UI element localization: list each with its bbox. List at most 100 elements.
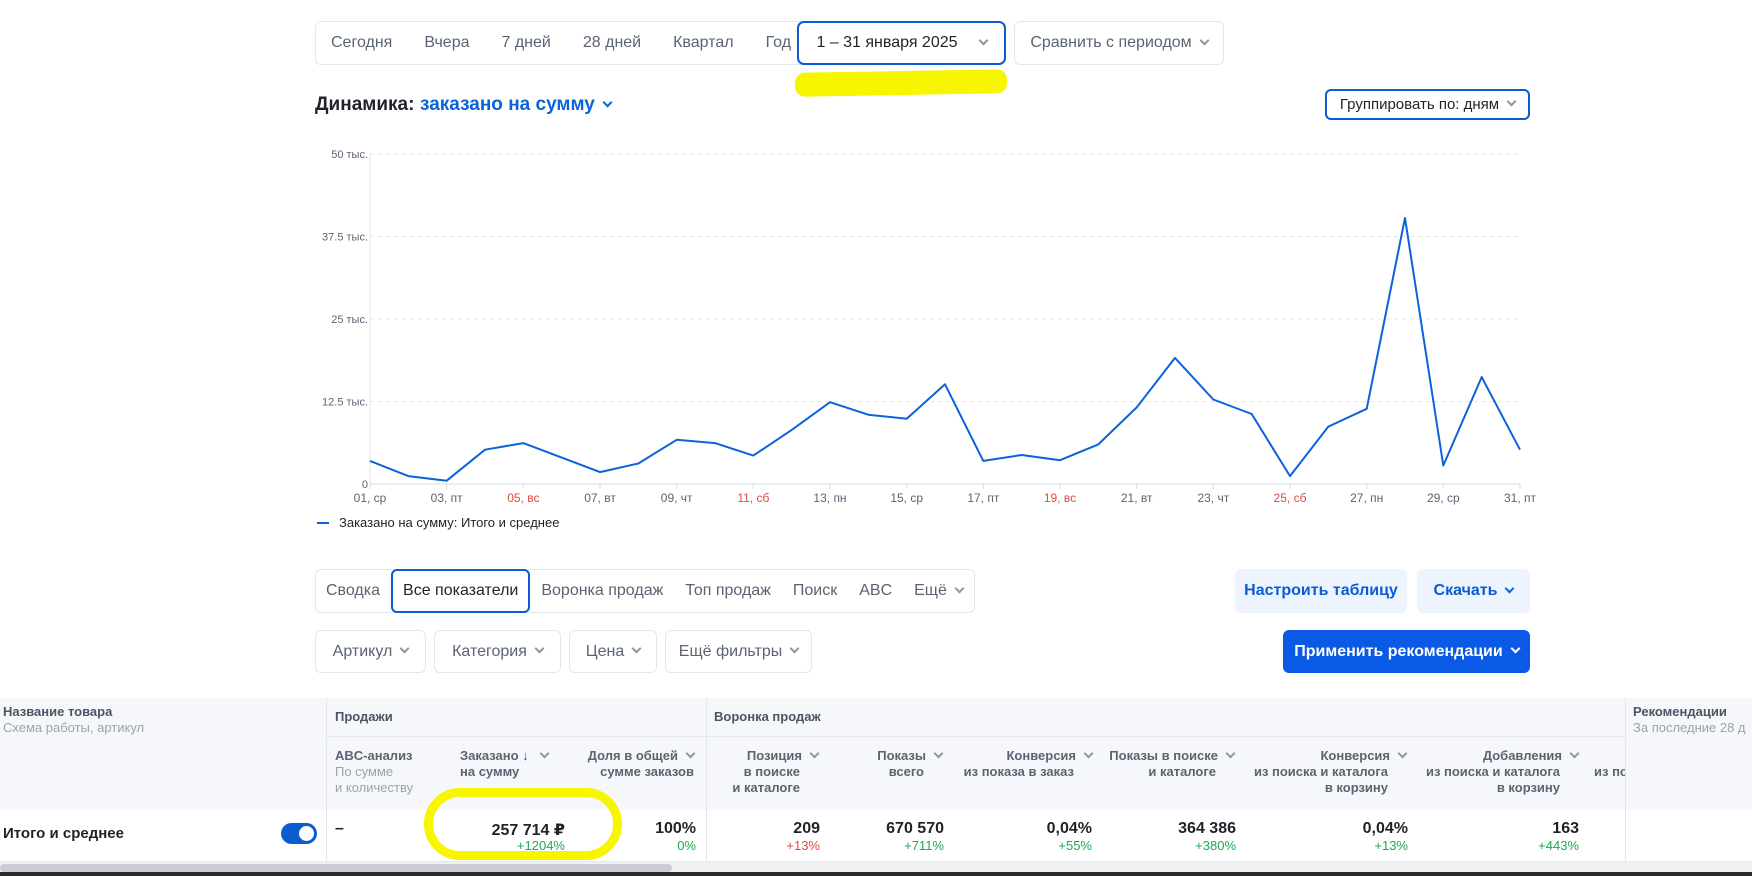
col-ordered-sum[interactable]: Заказано ↓ на сумму	[460, 748, 550, 780]
cell-cart-conversion: 0,04%	[1362, 820, 1408, 837]
col-conversion-title1: Конверсия	[1006, 748, 1076, 763]
dynamics-metric-select[interactable]: заказано на сумму	[420, 94, 613, 116]
total-row-label: Итого и среднее	[3, 825, 124, 842]
group-by-select[interactable]: Группировать по: дням	[1325, 89, 1530, 120]
recommendations-sub: За последние 28 д	[1633, 720, 1746, 735]
period-28-days[interactable]: 28 дней	[567, 22, 657, 64]
x-tick-label: 07, вт	[584, 491, 616, 505]
chevron-down-icon	[1510, 643, 1521, 654]
col-views-title1: Показы	[877, 748, 926, 763]
cell-conversion: 0,04%	[1046, 820, 1092, 837]
chevron-down-icon	[789, 643, 800, 654]
header-divider	[326, 736, 1625, 737]
col-cart-adds-title1: Добавления	[1482, 748, 1562, 763]
col-ordered-sum-title1: Заказано	[460, 748, 519, 763]
col-share[interactable]: Доля в общей сумме заказов	[587, 748, 696, 780]
cell-views-delta: +711%	[904, 838, 944, 853]
x-tick-label: 05, вс	[507, 491, 539, 505]
tab-abc[interactable]: ABC	[848, 570, 903, 612]
chevron-down-icon	[539, 748, 550, 759]
group-by-label: Группировать по: дням	[1339, 96, 1500, 113]
configure-table-button[interactable]: Настроить таблицу	[1235, 569, 1407, 613]
col-truncated[interactable]: из по	[1594, 748, 1625, 780]
legend-line-icon	[317, 521, 329, 524]
period-yesterday[interactable]: Вчера	[408, 22, 485, 64]
cell-cart-conversion-delta: +13%	[1374, 838, 1408, 853]
chevron-down-icon	[1199, 35, 1210, 45]
date-range-picker[interactable]: 1 – 31 января 2025	[797, 21, 1006, 65]
download-button[interactable]: Скачать	[1417, 569, 1530, 613]
col-position[interactable]: Позиция в поиске и каталоге	[732, 748, 820, 796]
filter-more[interactable]: Ещё фильтры	[665, 630, 812, 673]
cell-search-views-delta: +380%	[1195, 838, 1236, 853]
col-abc-title: ABC-анализ	[335, 748, 413, 763]
x-tick-label: 21, вт	[1121, 491, 1153, 505]
dynamics-title: Динамика:	[315, 94, 415, 115]
filter-category[interactable]: Категория	[434, 630, 561, 673]
recommendations-title: Рекомендации	[1633, 704, 1727, 719]
sort-desc-icon: ↓	[522, 748, 529, 763]
chevron-down-icon	[399, 643, 410, 654]
recommendations-group-header: Рекомендации За последние 28 д	[1633, 704, 1746, 736]
col-search-views-title2: и каталоге	[1148, 764, 1216, 779]
tab-search[interactable]: Поиск	[782, 570, 848, 612]
col-abc-sub1: По сумме	[335, 764, 394, 779]
x-tick-label: 11, сб	[737, 491, 769, 505]
chevron-down-icon	[1397, 748, 1408, 759]
filter-category-label: Категория	[452, 642, 527, 660]
column-divider	[1625, 810, 1626, 862]
download-label: Скачать	[1433, 582, 1498, 599]
column-divider	[326, 810, 327, 862]
period-today[interactable]: Сегодня	[316, 22, 408, 64]
cell-position: 209	[793, 820, 820, 837]
col-conversion-title2: из показа в заказ	[963, 764, 1074, 779]
chevron-down-icon	[631, 643, 642, 654]
y-tick-label: 0	[362, 479, 368, 491]
col-abc[interactable]: ABC-анализ По сумме и количеству	[335, 748, 413, 796]
tab-more-label: Ещё	[914, 582, 947, 599]
tab-more[interactable]: Ещё	[903, 570, 974, 612]
chart-legend: Заказано на сумму: Итого и среднее	[317, 515, 559, 530]
col-conversion[interactable]: Конверсия из показа в заказ	[963, 748, 1094, 780]
col-share-title1: Доля в общей	[587, 748, 678, 763]
legend-label: Заказано на сумму: Итого и среднее	[339, 515, 560, 530]
cell-ordered-sum: 257 714 ₽	[491, 822, 565, 839]
column-divider	[706, 810, 707, 862]
y-tick-label: 25 тыс.	[331, 314, 368, 326]
chevron-down-icon	[978, 35, 988, 45]
tab-all-metrics[interactable]: Все показатели	[391, 569, 531, 613]
cell-conversion-delta: +55%	[1058, 838, 1092, 853]
chevron-down-icon	[1505, 583, 1515, 593]
chevron-down-icon	[809, 748, 820, 759]
col-cart-adds-title3: в корзину	[1496, 780, 1560, 795]
col-search-views[interactable]: Показы в поиске и каталоге	[1109, 748, 1236, 780]
chevron-down-icon	[1506, 96, 1517, 107]
period-quarter[interactable]: Квартал	[657, 22, 749, 64]
chevron-down-icon	[1083, 748, 1094, 759]
x-tick-label: 25, сб	[1274, 491, 1307, 505]
x-tick-label: 15, ср	[890, 491, 923, 505]
col-views[interactable]: Показы всего	[877, 748, 944, 780]
tab-sales-funnel[interactable]: Воронка продаж	[530, 570, 674, 612]
col-cart-conversion[interactable]: Конверсия из поиска и каталога в корзину	[1254, 748, 1408, 796]
cell-search-views: 364 386	[1178, 820, 1236, 837]
period-selector: Сегодня Вчера 7 дней 28 дней Квартал Год	[315, 21, 809, 65]
col-cart-adds[interactable]: Добавления из поиска и каталога в корзин…	[1425, 748, 1580, 796]
apply-recommendations-label: Применить рекомендации	[1294, 642, 1503, 660]
col-share-title2: сумме заказов	[600, 764, 694, 779]
yellow-highlight-mark	[794, 69, 1008, 97]
y-tick-label: 50 тыс.	[331, 149, 368, 161]
col-cart-adds-title2: из поиска и каталога	[1425, 764, 1560, 779]
horizontal-scrollbar-thumb[interactable]	[0, 864, 672, 872]
apply-recommendations-button[interactable]: Применить рекомендации	[1283, 630, 1530, 673]
compare-period-label: Сравнить с периодом	[1030, 34, 1192, 51]
filter-article[interactable]: Артикул	[315, 630, 426, 673]
period-7-days[interactable]: 7 дней	[486, 22, 567, 64]
tab-summary[interactable]: Сводка	[316, 570, 391, 612]
total-row-toggle[interactable]	[281, 823, 317, 844]
compare-period-button[interactable]: Сравнить с периодом	[1014, 21, 1224, 65]
x-tick-label: 23, чт	[1197, 491, 1229, 505]
tab-top-sales[interactable]: Топ продаж	[674, 570, 782, 612]
filter-price[interactable]: Цена	[569, 630, 657, 673]
x-tick-label: 03, пт	[431, 491, 464, 505]
